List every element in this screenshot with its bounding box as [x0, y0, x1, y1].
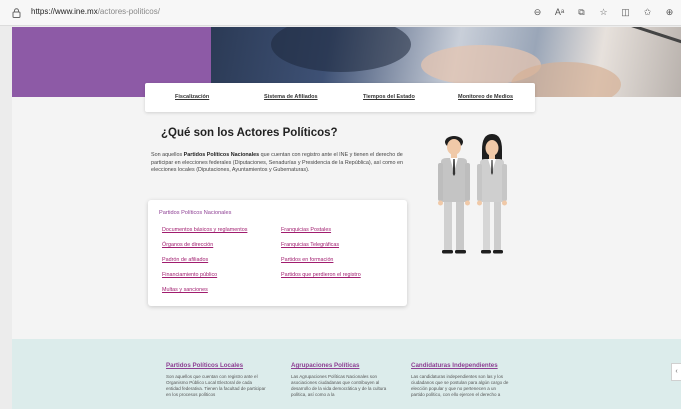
page-content: Fiscalización Sistema de Afiliados Tiemp…: [12, 27, 681, 409]
link-partidos-formacion[interactable]: Partidos en formación: [281, 257, 333, 263]
browser-toolbar: ⊖ Aᵃ ⧉ ☆ ◫ ✩ ⊕: [532, 7, 675, 18]
zoom-icon[interactable]: ⊖: [532, 7, 543, 18]
url-field[interactable]: https://www.ine.mx/actores-politicos/: [31, 7, 160, 16]
page-title: ¿Qué son los Actores Políticos?: [161, 127, 338, 139]
footer-col-text: Son aquellos que cuentan con registro an…: [166, 374, 266, 398]
nav-monitoreo-medios[interactable]: Monitoreo de Medios: [458, 94, 513, 100]
link-financiamiento-publico[interactable]: Financiamiento público: [162, 272, 217, 278]
card-title: Partidos Políticos Nacionales: [159, 210, 232, 216]
intro-bold: Partidos Políticos Nacionales: [183, 152, 260, 158]
lock-icon[interactable]: [12, 8, 21, 18]
footer-col-agrupaciones: Agrupaciones Políticas Las Agrupaciones …: [291, 362, 391, 398]
address-bar: https://www.ine.mx/actores-politicos/ ⊖ …: [0, 0, 681, 26]
favorites-icon[interactable]: ✩: [642, 7, 653, 18]
partidos-card: Partidos Políticos Nacionales Documentos…: [148, 200, 407, 306]
footer-col-text: Las candidaturas independientes son las …: [411, 374, 509, 398]
url-host: https://www.ine.mx: [31, 7, 98, 16]
collections-icon[interactable]: ⊕: [664, 7, 675, 18]
link-padron-afiliados[interactable]: Padrón de afiliados: [162, 257, 208, 263]
politicians-illustration: [438, 134, 507, 254]
intro-paragraph: Son aquellos Partidos Políticos Nacional…: [151, 152, 404, 175]
link-partidos-perdieron-registro[interactable]: Partidos que perdieron el registro: [281, 272, 361, 278]
nav-tiempos-estado[interactable]: Tiempos del Estado: [363, 94, 415, 100]
man-figure: [438, 136, 470, 254]
favorite-icon[interactable]: ☆: [598, 7, 609, 18]
sub-navigation: Fiscalización Sistema de Afiliados Tiemp…: [145, 83, 535, 112]
woman-figure: [477, 134, 507, 254]
tab-icon[interactable]: ⧉: [576, 7, 587, 18]
footer-col-title[interactable]: Agrupaciones Políticas: [291, 362, 391, 369]
scroll-tab-chevron-icon[interactable]: ‹: [671, 363, 681, 381]
nav-sistema-afiliados[interactable]: Sistema de Afiliados: [264, 94, 318, 100]
footer-col-title[interactable]: Partidos Políticos Locales: [166, 362, 266, 369]
split-screen-icon[interactable]: ◫: [620, 7, 631, 18]
nav-fiscalizacion[interactable]: Fiscalización: [175, 94, 209, 100]
url-path: /actores-politicos/: [97, 7, 160, 16]
intro-pre: Son aquellos: [151, 152, 184, 158]
link-organos-direccion[interactable]: Órganos de dirección: [162, 242, 213, 248]
read-aloud-icon[interactable]: Aᵃ: [554, 7, 565, 18]
link-multas-sanciones[interactable]: Multas y sanciones: [162, 287, 208, 293]
link-documentos-basicos[interactable]: Documentos básicos y reglamentos: [162, 227, 247, 233]
footer-col-title[interactable]: Candidaturas Independientes: [411, 362, 511, 369]
footer-col-candidaturas: Candidaturas Independientes Las candidat…: [411, 362, 511, 398]
footer-col-text: Las Agrupaciones Políticas Nacionales so…: [291, 374, 387, 398]
footer-section: Partidos Políticos Locales Son aquellos …: [12, 339, 681, 409]
link-franquicias-postales[interactable]: Franquicias Postales: [281, 227, 331, 233]
browser-window: https://www.ine.mx/actores-politicos/ ⊖ …: [0, 0, 681, 409]
footer-col-locales: Partidos Políticos Locales Son aquellos …: [166, 362, 266, 398]
link-franquicias-telegraficas[interactable]: Franquicias Telegráficas: [281, 242, 339, 248]
